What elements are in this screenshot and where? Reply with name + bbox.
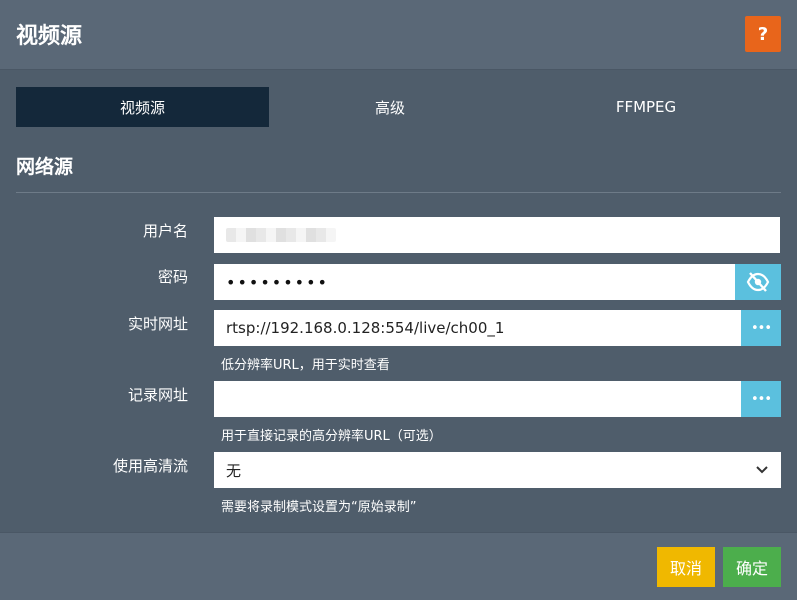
eye-slash-icon <box>746 272 770 292</box>
username-input[interactable] <box>214 217 780 253</box>
section-divider <box>16 192 781 193</box>
username-redacted <box>226 228 336 242</box>
record-url-more-button[interactable]: ••• <box>741 381 781 417</box>
live-url-more-button[interactable]: ••• <box>741 310 781 346</box>
chevron-down-icon <box>756 466 768 474</box>
password-input[interactable]: ••••••••• <box>214 264 735 300</box>
ok-button[interactable]: 确定 <box>723 547 781 587</box>
dialog-title: 视频源 <box>16 24 83 49</box>
record-url-label: 记录网址 <box>127 386 188 404</box>
record-url-hint: 用于直接记录的高分辨率URL（可选） <box>221 429 442 444</box>
tab-ffmpeg[interactable]: FFMPEG <box>511 87 781 127</box>
live-url-label: 实时网址 <box>127 315 188 333</box>
hd-stream-select[interactable]: 无 <box>214 452 781 488</box>
more-dots-icon: ••• <box>750 391 772 407</box>
tab-bar: 视频源 高级 FFMPEG <box>16 87 781 127</box>
hd-stream-hint: 需要将录制模式设置为“原始录制” <box>221 500 417 515</box>
hd-stream-value: 无 <box>226 461 242 480</box>
record-url-input[interactable] <box>214 381 741 417</box>
hd-stream-label: 使用高清流 <box>112 457 188 475</box>
help-button[interactable]: ? <box>745 16 781 52</box>
more-dots-icon: ••• <box>750 320 772 336</box>
password-label: 密码 <box>157 268 188 286</box>
tab-advanced[interactable]: 高级 <box>269 87 511 127</box>
video-source-dialog: 视频源 ? 视频源 高级 FFMPEG 网络源 用户名 密码 •••••••••… <box>0 0 797 600</box>
live-url-value: rtsp://192.168.0.128:554/live/ch00_1 <box>226 319 505 337</box>
cancel-button[interactable]: 取消 <box>657 547 715 587</box>
password-value: ••••••••• <box>226 272 329 292</box>
toggle-password-visibility-button[interactable] <box>735 264 781 300</box>
section-title: 网络源 <box>16 156 74 178</box>
dialog-header: 视频源 ? <box>0 0 797 70</box>
live-url-input[interactable]: rtsp://192.168.0.128:554/live/ch00_1 <box>214 310 741 346</box>
live-url-hint: 低分辨率URL，用于实时查看 <box>221 358 390 373</box>
tab-video-source[interactable]: 视频源 <box>16 87 269 127</box>
username-label: 用户名 <box>142 222 188 240</box>
